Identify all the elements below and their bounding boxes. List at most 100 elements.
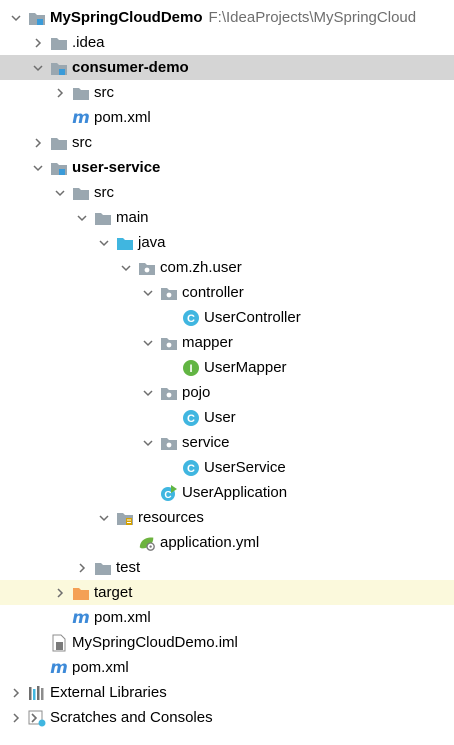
chevron-down-icon[interactable] — [30, 160, 46, 176]
tree-row-test[interactable]: test — [0, 555, 454, 580]
tree-row-pom-xml[interactable]: m pom.xml — [0, 605, 454, 630]
tree-item-label: UserService — [204, 459, 286, 476]
chevron-right-icon[interactable] — [8, 710, 24, 726]
maven-file-icon: m — [50, 657, 68, 678]
tree-item-label: External Libraries — [50, 684, 167, 701]
tree-row-myspringclouddemo-iml[interactable]: MySpringCloudDemo.iml — [0, 630, 454, 655]
tree-row-external-libraries[interactable]: External Libraries — [0, 680, 454, 705]
resources-folder-icon — [116, 509, 134, 527]
tree-row-userservice[interactable]: C UserService — [0, 455, 454, 480]
tree-row-mapper[interactable]: mapper — [0, 330, 454, 355]
chevron-down-icon[interactable] — [96, 235, 112, 251]
chevron-down-icon[interactable] — [96, 510, 112, 526]
tree-row-java[interactable]: java — [0, 230, 454, 255]
folder-icon — [50, 34, 68, 52]
source-folder-icon — [116, 234, 134, 252]
tree-row-scratches-and-consoles[interactable]: Scratches and Consoles — [0, 705, 454, 730]
package-icon — [160, 434, 178, 452]
tree-item-label: pom.xml — [94, 609, 151, 626]
chevron-right-icon[interactable] — [52, 585, 68, 601]
chevron-down-icon[interactable] — [52, 185, 68, 201]
tree-item-label: user-service — [72, 159, 161, 176]
tree-item-label: com.zh.user — [160, 259, 242, 276]
tree-item-label: .idea — [72, 34, 105, 51]
chevron-right-icon[interactable] — [8, 685, 24, 701]
folder-icon — [94, 209, 112, 227]
class-icon: C — [182, 309, 200, 327]
chevron-down-icon[interactable] — [140, 385, 156, 401]
package-icon — [160, 284, 178, 302]
svg-text:C: C — [187, 463, 195, 475]
tree-row-idea[interactable]: .idea — [0, 30, 454, 55]
tree-row-src[interactable]: src — [0, 130, 454, 155]
tree-item-label: pom.xml — [72, 659, 129, 676]
tree-row-resources[interactable]: resources — [0, 505, 454, 530]
tree-row-user-service[interactable]: user-service — [0, 155, 454, 180]
spring-boot-class-icon: C — [160, 484, 178, 502]
tree-row-myspringclouddemo[interactable]: MySpringCloudDemo F:\IdeaProjects\MySprin… — [0, 5, 454, 30]
tree-row-src[interactable]: src — [0, 180, 454, 205]
tree-item-label: UserApplication — [182, 484, 288, 501]
tree-row-main[interactable]: main — [0, 205, 454, 230]
tree-row-usermapper[interactable]: I UserMapper — [0, 355, 454, 380]
chevron-right-icon[interactable] — [30, 35, 46, 51]
tree-row-pom-xml[interactable]: m pom.xml — [0, 655, 454, 680]
tree-row-userapplication[interactable]: C UserApplication — [0, 480, 454, 505]
tree-row-usercontroller[interactable]: C UserController — [0, 305, 454, 330]
tree-item-label: Scratches and Consoles — [50, 709, 213, 726]
package-icon — [138, 259, 156, 277]
maven-file-icon: m — [72, 107, 90, 128]
project-tree: MySpringCloudDemo F:\IdeaProjects\MySprin… — [0, 0, 454, 745]
chevron-down-icon[interactable] — [118, 260, 134, 276]
class-icon: C — [182, 409, 200, 427]
tree-item-label: UserController — [204, 309, 301, 326]
tree-item-label: mapper — [182, 334, 233, 351]
tree-item-label: test — [116, 559, 141, 576]
tree-item-label: service — [182, 434, 230, 451]
folder-icon — [94, 559, 112, 577]
tree-row-pojo[interactable]: pojo — [0, 380, 454, 405]
tree-row-controller[interactable]: controller — [0, 280, 454, 305]
tree-item-label: resources — [138, 509, 204, 526]
tree-item-label: MySpringCloudDemo.iml — [72, 634, 238, 651]
chevron-right-icon[interactable] — [30, 135, 46, 151]
project-path: F:\IdeaProjects\MySpringCloud — [208, 9, 417, 26]
chevron-down-icon[interactable] — [140, 285, 156, 301]
tree-row-src[interactable]: src — [0, 80, 454, 105]
tree-row-consumer-demo[interactable]: consumer-demo — [0, 55, 454, 80]
chevron-right-icon[interactable] — [74, 560, 90, 576]
svg-text:C: C — [187, 313, 195, 325]
chevron-down-icon[interactable] — [30, 60, 46, 76]
tree-row-target[interactable]: target — [0, 580, 454, 605]
tree-item-label: src — [72, 134, 92, 151]
tree-item-label: java — [138, 234, 166, 251]
tree-item-label: src — [94, 84, 114, 101]
tree-row-application-yml[interactable]: application.yml — [0, 530, 454, 555]
tree-row-service[interactable]: service — [0, 430, 454, 455]
tree-item-label: MySpringCloudDemo — [50, 9, 203, 26]
chevron-down-icon[interactable] — [140, 435, 156, 451]
svg-text:C: C — [187, 413, 195, 425]
scratches-icon — [28, 709, 46, 727]
chevron-down-icon[interactable] — [140, 335, 156, 351]
class-icon: C — [182, 459, 200, 477]
excluded-folder-icon — [72, 584, 90, 602]
tree-row-pom-xml[interactable]: m pom.xml — [0, 105, 454, 130]
spring-config-icon — [138, 534, 156, 552]
tree-row-com-zh-user[interactable]: com.zh.user — [0, 255, 454, 280]
chevron-down-icon[interactable] — [74, 210, 90, 226]
chevron-down-icon[interactable] — [8, 10, 24, 26]
libraries-icon — [28, 684, 46, 702]
folder-icon — [72, 184, 90, 202]
module-folder-icon — [50, 159, 68, 177]
tree-item-label: main — [116, 209, 149, 226]
tree-item-label: consumer-demo — [72, 59, 189, 76]
folder-icon — [72, 84, 90, 102]
chevron-right-icon[interactable] — [52, 85, 68, 101]
tree-item-label: pojo — [182, 384, 211, 401]
tree-item-label: src — [94, 184, 114, 201]
tree-item-label: User — [204, 409, 236, 426]
package-icon — [160, 334, 178, 352]
interface-icon: I — [182, 359, 200, 377]
tree-row-user[interactable]: C User — [0, 405, 454, 430]
